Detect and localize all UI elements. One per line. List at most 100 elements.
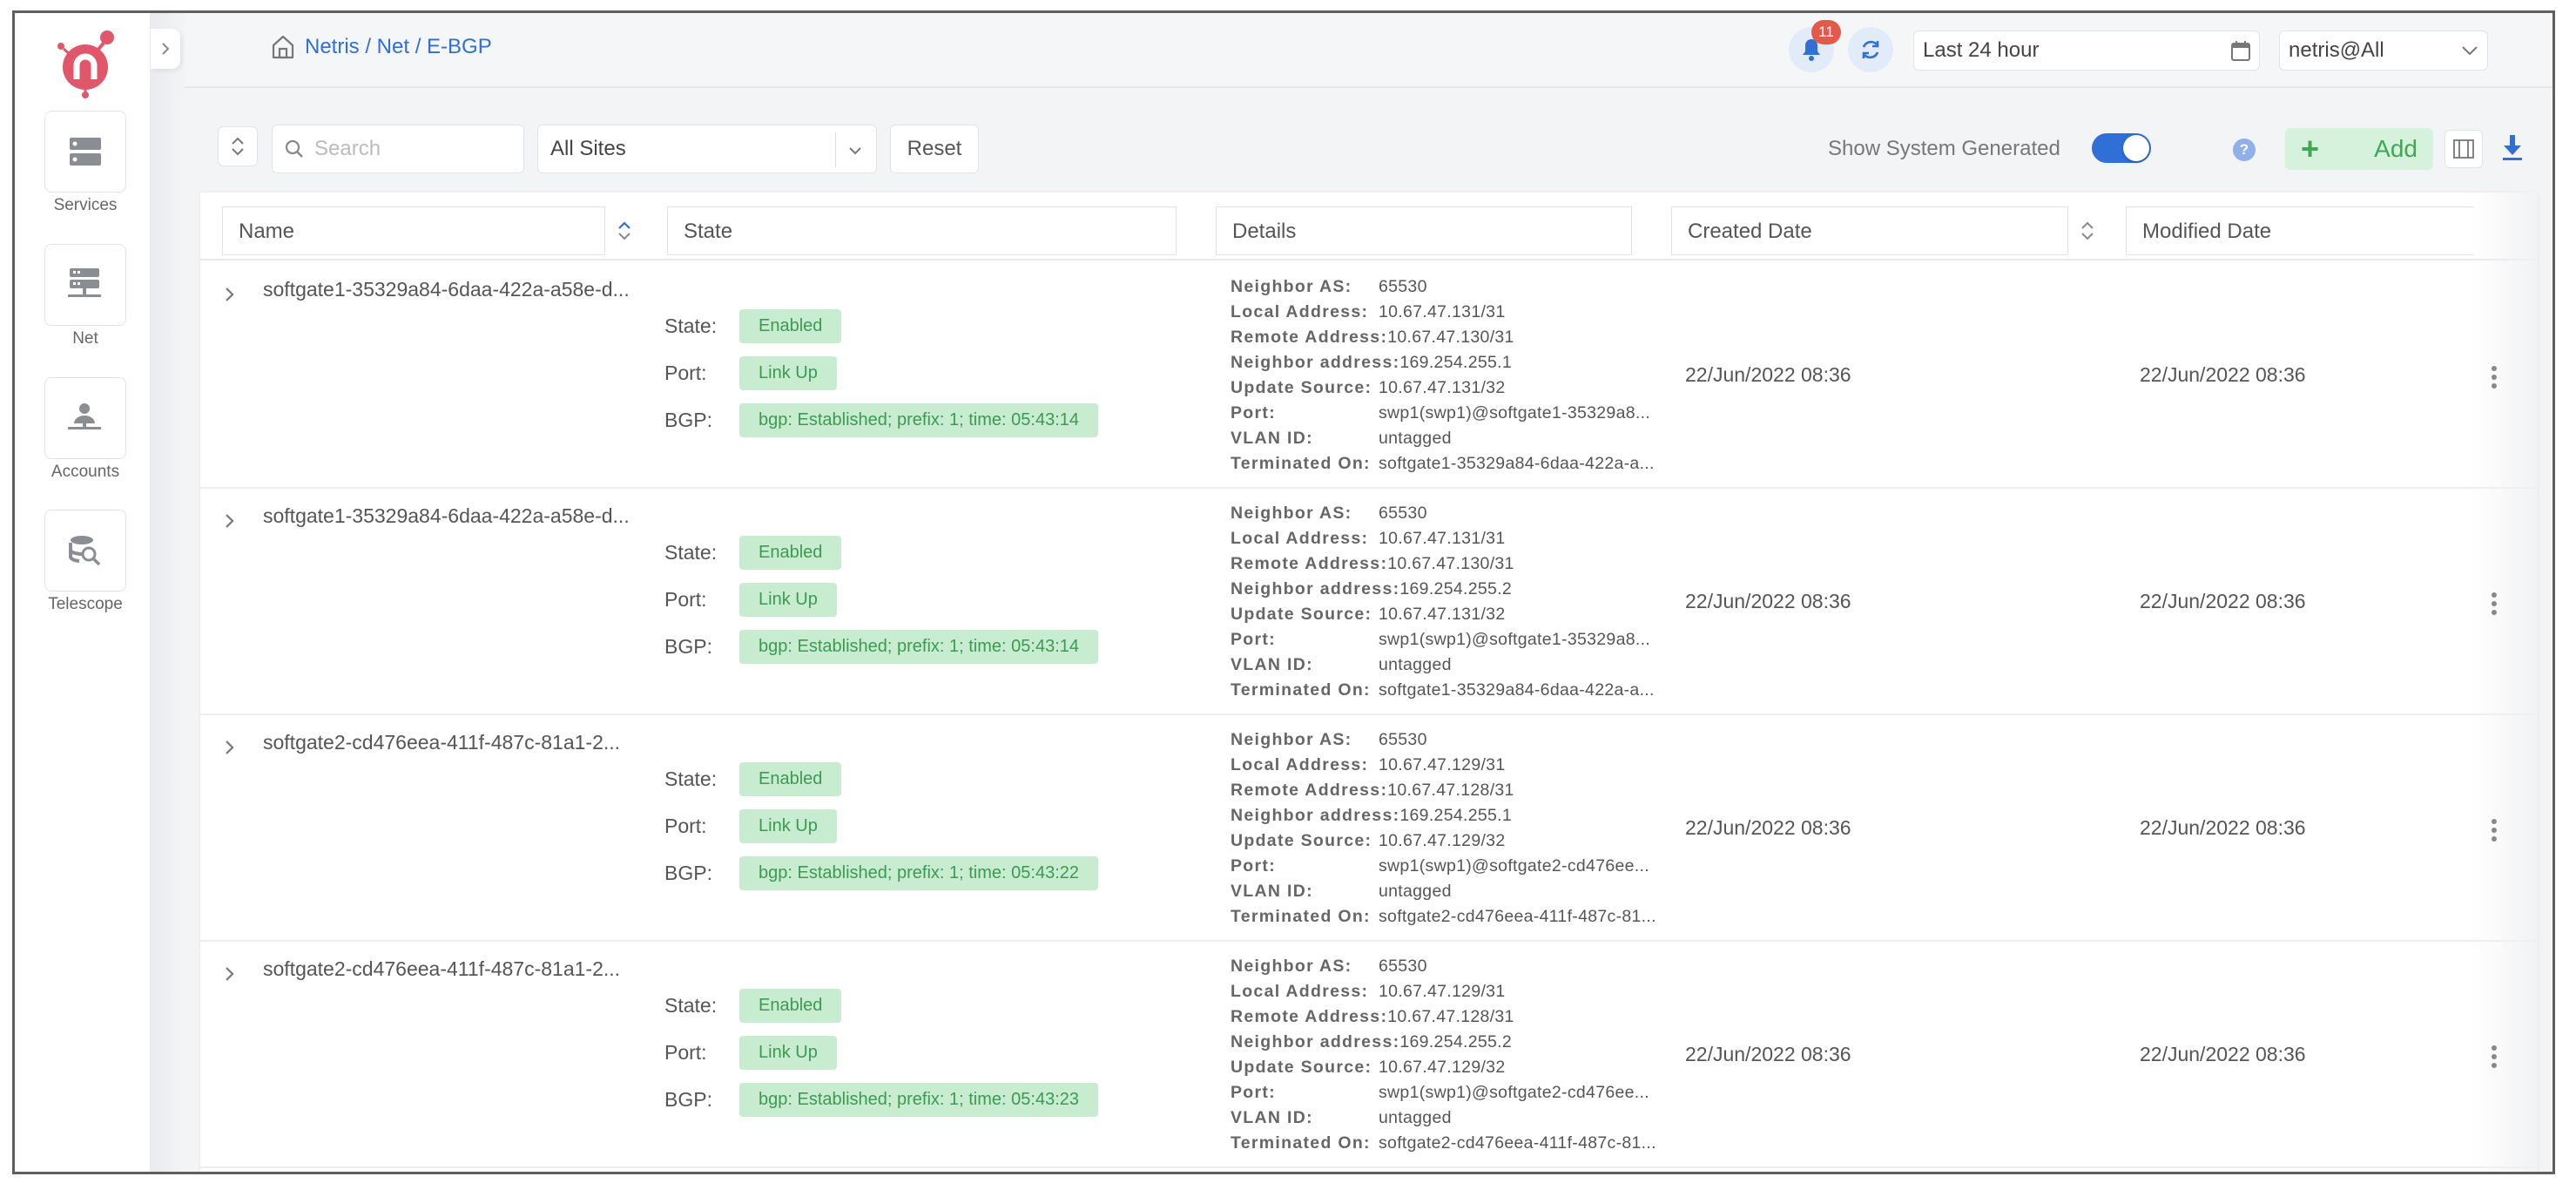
download-icon	[2503, 135, 2522, 160]
refresh-button[interactable]	[1848, 27, 1893, 72]
help-icon[interactable]: ?	[2233, 139, 2256, 161]
search-icon	[285, 139, 303, 158]
tenant-value: netris@All	[2289, 38, 2384, 62]
bgp-label: BGP:	[664, 1087, 712, 1111]
column-settings-button[interactable]	[2445, 130, 2483, 168]
detail-local-address: Local Address: 10.67.47.131/31	[1231, 526, 1655, 551]
row-actions-menu-button[interactable]	[2484, 363, 2505, 391]
detail-label: Neighbor AS:	[1231, 277, 1352, 296]
tenant-select[interactable]: netris@All	[2279, 30, 2488, 71]
detail-remote-address: Remote Address: 10.67.47.128/31	[1231, 778, 1656, 803]
detail-value: swp1(swp1)@softgate1-35329a8...	[1379, 403, 1651, 423]
sort-icon[interactable]	[2080, 219, 2095, 243]
kebab-dot	[2492, 375, 2497, 380]
table-row[interactable]: softgate2-cd476eea-411f-487c-81a1-2... S…	[200, 715, 2538, 942]
detail-value: 10.67.47.129/31	[1379, 755, 1506, 774]
search-field[interactable]	[272, 125, 524, 173]
detail-value: 10.67.47.131/31	[1379, 302, 1506, 321]
detail-label: Local Address:	[1231, 302, 1369, 321]
chevron-right-icon[interactable]	[223, 964, 237, 984]
sidebar-item-services[interactable]: Services	[44, 111, 126, 215]
detail-neighbor-as: Neighbor AS: 65530	[1231, 501, 1655, 526]
row-name[interactable]: softgate2-cd476eea-411f-487c-81a1-2...	[263, 731, 637, 754]
port-line: Port: Link Up	[664, 802, 1098, 849]
detail-value: 10.67.47.131/32	[1379, 605, 1506, 624]
kebab-dot	[2492, 601, 2497, 606]
port-status-badge: Link Up	[739, 355, 837, 390]
detail-label: Port:	[1231, 1083, 1276, 1102]
detail-value: 169.254.255.1	[1399, 353, 1512, 372]
table-row[interactable]: softgate1-35329a84-6daa-422a-a58e-d... S…	[200, 262, 2538, 489]
detail-remote-address: Remote Address: 10.67.47.128/31	[1231, 1004, 1656, 1030]
sidebar-collapse-button[interactable]	[151, 29, 180, 69]
kebab-dot	[2492, 836, 2497, 842]
row-actions-menu-button[interactable]	[2484, 1043, 2505, 1071]
sidebar-item-accounts[interactable]: Accounts	[44, 377, 126, 482]
modified-date: 22/Jun/2022 08:36	[2140, 816, 2306, 839]
table-row[interactable]: softgate2-cd476eea-411f-487c-81a1-2... S…	[200, 942, 2538, 1168]
chevron-right-icon[interactable]	[223, 285, 237, 304]
detail-value: swp1(swp1)@softgate2-cd476ee...	[1379, 856, 1649, 876]
sidebar-item-label: Accounts	[51, 463, 120, 481]
row-actions-menu-button[interactable]	[2484, 590, 2505, 618]
bgp-line: BGP: bgp: Established; prefix: 1; time: …	[664, 849, 1098, 896]
sidebar-item-telescope[interactable]: Telescope	[44, 510, 126, 614]
modified-date: 22/Jun/2022 08:36	[2140, 363, 2306, 386]
detail-label: Update Source:	[1231, 1058, 1372, 1077]
row-name[interactable]: softgate1-35329a84-6daa-422a-a58e-d...	[263, 504, 637, 528]
time-range-picker[interactable]: Last 24 hour	[1913, 30, 2260, 71]
column-header-details[interactable]: Details	[1216, 206, 1632, 255]
detail-local-address: Local Address: 10.67.47.129/31	[1231, 979, 1656, 1004]
accounts-user-icon	[68, 403, 101, 429]
sidebar: Services Net Accounts Telescope	[15, 13, 150, 1172]
bgp-line: BGP: bgp: Established; prefix: 1; time: …	[664, 623, 1098, 670]
site-filter-select[interactable]: All Sites	[537, 125, 877, 173]
column-header-modified-date[interactable]: Modified Date	[2126, 206, 2474, 255]
detail-label: Neighbor AS:	[1231, 957, 1352, 976]
state-label: State:	[664, 314, 718, 337]
detail-update-source: Update Source: 10.67.47.131/32	[1231, 602, 1655, 627]
download-button[interactable]	[2501, 133, 2524, 166]
detail-value: 10.67.47.128/31	[1387, 1007, 1514, 1026]
site-filter-value: All Sites	[550, 137, 626, 160]
home-icon[interactable]	[270, 34, 296, 60]
detail-neighbor-address: Neighbor address: 169.254.255.1	[1231, 350, 1655, 375]
search-input[interactable]	[314, 137, 506, 161]
table-row[interactable]: softgate1-35329a84-6daa-422a-a58e-d... S…	[200, 489, 2538, 715]
sort-icon[interactable]	[617, 219, 632, 243]
kebab-dot	[2492, 1063, 2497, 1068]
column-header-created-date[interactable]: Created Date	[1671, 206, 2068, 255]
network-server-icon	[68, 268, 101, 297]
details-cell: Neighbor AS: 65530 Local Address: 10.67.…	[1231, 274, 1655, 477]
breadcrumb-path[interactable]: Netris / Net / E-BGP	[305, 35, 492, 59]
netris-logo[interactable]	[46, 22, 125, 100]
kebab-dot	[2492, 366, 2497, 371]
detail-neighbor-address: Neighbor address: 169.254.255.2	[1231, 1030, 1656, 1055]
chevron-right-icon[interactable]	[223, 738, 237, 757]
detail-label: VLAN ID:	[1231, 429, 1313, 448]
detail-vlan-id: VLAN ID: untagged	[1231, 879, 1656, 904]
row-name[interactable]: softgate1-35329a84-6daa-422a-a58e-d...	[263, 278, 637, 301]
state-line: State: Enabled	[664, 529, 1098, 576]
reset-button[interactable]: Reset	[890, 125, 979, 173]
chevron-right-icon[interactable]	[223, 511, 237, 531]
notifications-button[interactable]: 11	[1789, 20, 1841, 72]
row-actions-menu-button[interactable]	[2484, 816, 2505, 844]
port-line: Port: Link Up	[664, 1029, 1098, 1076]
detail-vlan-id: VLAN ID: untagged	[1231, 426, 1655, 451]
detail-neighbor-address: Neighbor address: 169.254.255.1	[1231, 803, 1656, 828]
expand-collapse-all-button[interactable]	[218, 126, 258, 166]
select-divider	[835, 132, 836, 167]
column-header-state[interactable]: State	[667, 206, 1177, 255]
detail-value: swp1(swp1)@softgate2-cd476ee...	[1379, 1083, 1649, 1102]
detail-value: 10.67.47.129/32	[1379, 831, 1506, 850]
row-name[interactable]: softgate2-cd476eea-411f-487c-81a1-2...	[263, 957, 637, 981]
column-header-name[interactable]: Name	[222, 206, 605, 255]
detail-value: 169.254.255.2	[1399, 1032, 1512, 1051]
detail-label: Port:	[1231, 630, 1276, 649]
sidebar-item-net[interactable]: Net	[44, 244, 126, 348]
add-button[interactable]: + Add	[2285, 128, 2433, 170]
detail-label: Local Address:	[1231, 529, 1369, 548]
show-system-generated-toggle[interactable]	[2092, 133, 2151, 163]
created-date: 22/Jun/2022 08:36	[1685, 816, 1851, 839]
